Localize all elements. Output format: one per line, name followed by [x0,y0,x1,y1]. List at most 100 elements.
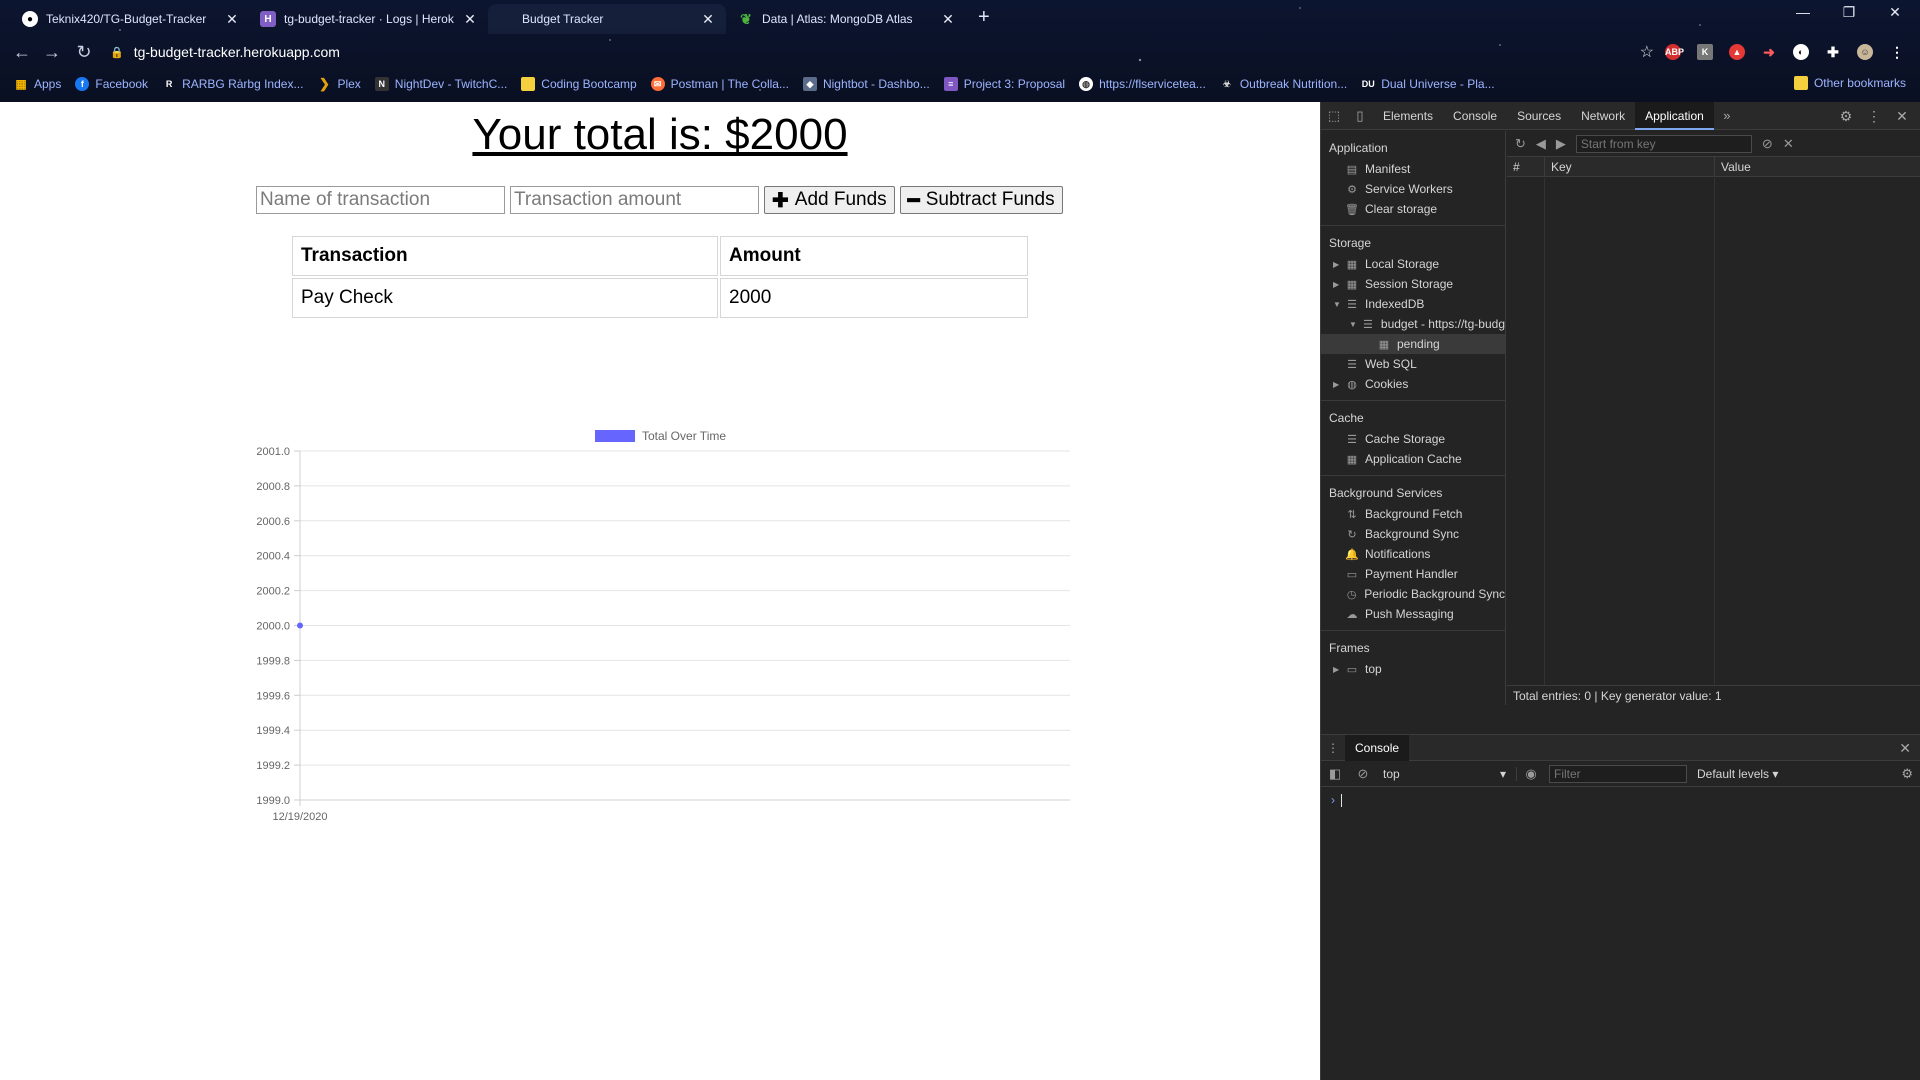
clear-console-icon[interactable]: ⊘ [1349,766,1377,782]
grid-column [1545,178,1715,686]
close-devtools-icon[interactable]: ✕ [1888,108,1916,125]
column-header-key[interactable]: Key [1545,157,1715,177]
sidebar-item-frame-top[interactable]: ▶ ▭ top [1321,659,1505,679]
bookmark-project-proposal[interactable]: ≡ Project 3: Proposal [943,77,1065,91]
column-header-value[interactable]: Value [1715,157,1920,177]
expand-arrow-icon[interactable]: ▶ [1333,280,1345,289]
close-tab-icon[interactable]: ✕ [462,11,478,28]
console-prompt[interactable]: › [1321,787,1920,813]
table-row: Pay Check 2000 [292,278,1028,318]
add-funds-button[interactable]: ✚ Add Funds [764,186,895,214]
extension-arrow-icon[interactable]: ➜ [1761,44,1777,60]
collapse-arrow-icon[interactable]: ▼ [1349,320,1361,329]
settings-gear-icon[interactable]: ⚙ [1832,108,1860,125]
live-expression-eye-icon[interactable]: ◉ [1517,766,1545,782]
tab-network[interactable]: Network [1571,102,1635,130]
sidebar-toggle-icon[interactable]: ◧ [1321,766,1349,782]
previous-page-icon[interactable]: ◀ [1536,136,1546,152]
sidebar-item-background-fetch[interactable]: ⇅ Background Fetch [1321,504,1505,524]
sidebar-item-push-messaging[interactable]: ☁ Push Messaging [1321,604,1505,624]
sidebar-item-payment-handler[interactable]: ▭ Payment Handler [1321,564,1505,584]
bookmark-apps[interactable]: ▦ Apps [14,77,61,91]
column-header-index[interactable]: # [1507,157,1545,177]
browser-tab-budget-tracker[interactable]: Budget Tracker ✕ [488,4,726,34]
sidebar-item-session-storage[interactable]: ▶ ▦ Session Storage [1321,274,1505,294]
bookmark-flservice[interactable]: ◍ https://flservicetea... [1079,77,1206,91]
console-filter-input[interactable] [1549,764,1687,783]
expand-arrow-icon[interactable]: ▶ [1333,260,1345,269]
sidebar-item-notifications[interactable]: 🔔 Notifications [1321,544,1505,564]
extensions-puzzle-icon[interactable]: ✚ [1825,44,1841,60]
expand-arrow-icon[interactable]: ▶ [1333,380,1345,389]
next-page-icon[interactable]: ▶ [1556,136,1566,152]
sidebar-item-clear-storage[interactable]: 🗑 Clear storage [1321,199,1505,219]
sidebar-item-indexeddb[interactable]: ▼ ☰ IndexedDB [1321,294,1505,314]
bookmark-dual-universe[interactable]: DU Dual Universe - Pla... [1361,77,1495,91]
drawer-tab-console[interactable]: Console [1345,734,1410,761]
close-drawer-icon[interactable]: ✕ [1899,740,1911,757]
sidebar-item-periodic-background-sync[interactable]: ◷ Periodic Background Sync [1321,584,1505,604]
sidebar-item-application-cache[interactable]: ▦ Application Cache [1321,449,1505,469]
tab-console[interactable]: Console [1443,102,1507,130]
browser-tab-mongodb[interactable]: ❦ Data | Atlas: MongoDB Atlas ✕ [728,4,966,34]
sidebar-item-service-workers[interactable]: ⚙ Service Workers [1321,179,1505,199]
minimize-icon[interactable]: — [1780,4,1826,20]
bookmark-postman[interactable]: ✉ Postman | The Colla... [650,77,789,91]
browser-menu-icon[interactable]: ⋮ [1889,44,1905,60]
other-bookmarks[interactable]: Other bookmarks [1793,76,1906,90]
browser-tab-heroku[interactable]: H tg-budget-tracker · Logs | Herok ✕ [250,4,488,34]
delete-selected-icon[interactable]: ✕ [1783,136,1794,152]
drawer-menu-icon[interactable]: ⋮ [1321,741,1345,755]
window-close-icon[interactable]: ✕ [1872,4,1918,21]
sidebar-item-background-sync[interactable]: ↻ Background Sync [1321,524,1505,544]
transaction-name-input[interactable] [256,186,505,214]
restore-icon[interactable]: ❐ [1826,4,1872,21]
address-bar[interactable]: 🔒 tg-budget-tracker.herokuapp.com ☆ [110,40,1654,64]
sidebar-item-web-sql[interactable]: ☰ Web SQL [1321,354,1505,374]
console-settings-icon[interactable]: ⚙ [1901,766,1913,782]
clear-object-store-icon[interactable]: ⊘ [1762,136,1773,152]
start-from-key-input[interactable] [1575,134,1752,153]
more-tabs-icon[interactable]: » [1714,108,1740,123]
back-icon[interactable]: ← [10,42,34,63]
sidebar-item-manifest[interactable]: ▤ Manifest [1321,159,1505,179]
browser-tab-github[interactable]: ● Teknix420/TG-Budget-Tracker ✕ [12,4,250,34]
new-tab-icon[interactable]: + [978,6,990,29]
close-tab-icon[interactable]: ✕ [940,11,956,28]
inspect-element-icon[interactable]: ⬚ [1321,108,1347,124]
sidebar-item-budget-db[interactable]: ▼ ☰ budget - https://tg-budg [1321,314,1505,334]
close-tab-icon[interactable]: ✕ [700,11,716,28]
context-selector[interactable]: top ▾ [1377,766,1517,781]
bookmark-nightdev[interactable]: N NightDev - TwitchC... [374,77,507,91]
tab-application[interactable]: Application [1635,101,1714,130]
sidebar-item-cookies[interactable]: ▶ ◍ Cookies [1321,374,1505,394]
bookmark-nightbot[interactable]: ◆ Nightbot - Dashbo... [802,77,930,91]
tab-sources[interactable]: Sources [1507,102,1571,130]
subtract-funds-button[interactable]: ━ Subtract Funds [899,186,1063,214]
sidebar-item-pending-store[interactable]: ▦ pending [1321,334,1505,354]
sidebar-item-local-storage[interactable]: ▶ ▦ Local Storage [1321,254,1505,274]
devtools-menu-icon[interactable]: ⋮ [1860,108,1888,125]
extension-k-icon[interactable]: K [1697,44,1713,60]
bookmark-facebook[interactable]: f Facebook [75,77,148,91]
bookmark-outbreak[interactable]: ☣ Outbreak Nutrition... [1220,77,1347,91]
collapse-arrow-icon[interactable]: ▼ [1333,300,1345,309]
log-levels-dropdown[interactable]: Default levels ▾ [1697,767,1778,781]
forward-icon[interactable]: → [40,42,64,63]
expand-arrow-icon[interactable]: ▶ [1333,665,1345,674]
close-tab-icon[interactable]: ✕ [224,11,240,28]
adblock-extension-icon[interactable]: ABP [1665,44,1684,60]
bookmark-rarbg[interactable]: R RARBG Rarbg Index... [162,77,304,91]
profile-avatar[interactable]: ☺ [1857,44,1873,60]
bookmark-plex[interactable]: ❯ Plex [317,76,361,91]
tab-elements[interactable]: Elements [1373,102,1443,130]
reload-icon[interactable]: ↻ [72,42,96,63]
extension-red-icon[interactable]: ▲ [1729,44,1745,60]
transaction-amount-input[interactable] [510,186,759,214]
extension-circle-icon[interactable]: ◐ [1793,44,1809,60]
device-toolbar-icon[interactable]: ▯ [1347,108,1373,124]
refresh-icon[interactable]: ↻ [1515,136,1526,152]
bookmark-coding-bootcamp[interactable]: Coding Bootcamp [521,77,637,91]
bookmark-star-icon[interactable]: ☆ [1640,42,1654,62]
sidebar-item-cache-storage[interactable]: ☰ Cache Storage [1321,429,1505,449]
